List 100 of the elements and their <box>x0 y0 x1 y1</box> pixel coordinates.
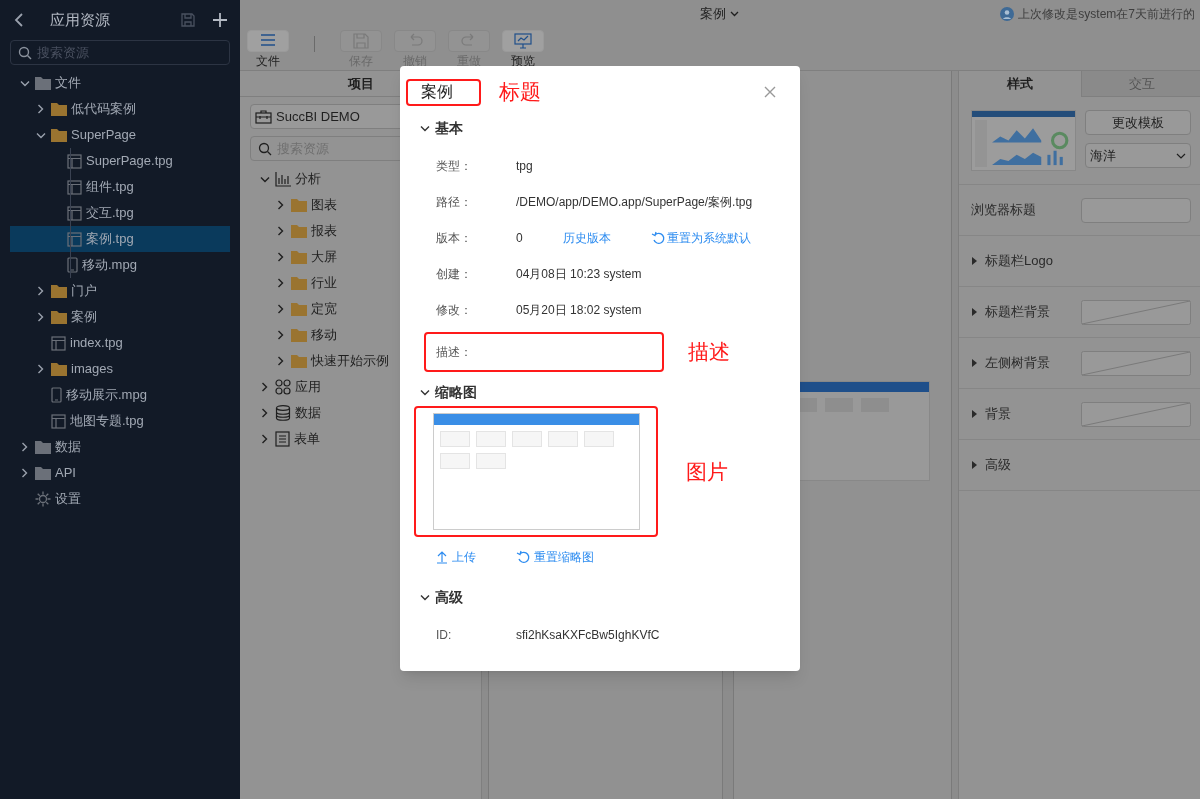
page-file-icon <box>51 335 66 351</box>
chevron-right-icon[interactable] <box>276 226 285 236</box>
chevron-right-icon[interactable] <box>260 382 269 392</box>
field-value: 05月20日 18:02 system <box>516 302 642 319</box>
field-value: sfi2hKsaKXFcBw5IghKVfC <box>516 627 660 644</box>
sidebar-title: 应用资源 <box>50 9 110 30</box>
chevron-right-icon[interactable] <box>36 104 45 114</box>
color-swatch[interactable] <box>1081 299 1191 325</box>
folder-icon <box>291 224 307 238</box>
caret-right-icon[interactable] <box>971 461 979 469</box>
folder-icon <box>291 354 307 368</box>
folder-icon <box>291 328 307 342</box>
tree-item[interactable]: images <box>10 356 230 382</box>
chevron-right-icon[interactable] <box>276 278 285 288</box>
chevron-right-icon[interactable] <box>260 408 269 418</box>
text-field[interactable] <box>1081 197 1191 223</box>
folder-icon <box>291 302 307 316</box>
chevron-right-icon[interactable] <box>276 200 285 210</box>
setting-label: 浏览器标题 <box>971 201 1036 220</box>
chevron-down-icon[interactable] <box>19 78 30 88</box>
change-template-button[interactable]: 更改模板 <box>1085 110 1191 135</box>
upload-link[interactable]: 上传 <box>436 548 476 566</box>
tree-item[interactable]: 设置 <box>10 486 230 512</box>
add-icon[interactable] <box>212 12 228 28</box>
chevron-right-icon[interactable] <box>276 252 285 262</box>
chevron-right-icon[interactable] <box>36 364 45 374</box>
folder-icon <box>51 128 67 142</box>
user-icon <box>1000 7 1015 21</box>
mobile-file-icon <box>51 387 62 403</box>
presentation-icon <box>514 32 532 50</box>
annotation-label: 标题 <box>499 79 541 106</box>
close-icon[interactable] <box>764 86 776 98</box>
folder-icon <box>51 102 67 116</box>
caret-icon <box>1176 152 1186 159</box>
color-swatch[interactable] <box>1081 350 1191 376</box>
chevron-down-icon[interactable] <box>259 174 270 184</box>
gear-icon <box>35 491 51 507</box>
tree-item[interactable]: 门户 <box>10 278 230 304</box>
folder-icon <box>35 76 51 90</box>
folder-icon <box>291 198 307 212</box>
chevron-right-icon[interactable] <box>276 304 285 314</box>
history-link[interactable]: 历史版本 <box>562 229 611 247</box>
folder-icon <box>291 276 307 290</box>
chevron-right-icon[interactable] <box>20 442 29 452</box>
page-file-icon <box>67 205 82 221</box>
mobile-file-icon <box>67 257 78 273</box>
chevron-right-icon[interactable] <box>36 286 45 296</box>
caret-right-icon[interactable] <box>971 359 979 367</box>
tree-item[interactable]: index.tpg <box>10 330 230 356</box>
toolbox-icon <box>255 109 272 124</box>
page-file-icon <box>51 413 66 429</box>
chevron-down-icon[interactable] <box>420 592 430 602</box>
tree-item[interactable]: 移动展示.mpg <box>10 382 230 408</box>
tree-item[interactable]: 表单 <box>250 426 471 452</box>
field-value: 0 <box>516 230 523 247</box>
chevron-right-icon[interactable] <box>276 330 285 340</box>
chevron-down-icon[interactable] <box>35 130 46 140</box>
setting-label: 标题栏背景 <box>985 303 1050 322</box>
field-label: 创建： <box>436 266 473 283</box>
tree-item[interactable]: SuperPage <box>10 122 230 148</box>
tree-item[interactable]: 低代码案例 <box>10 96 230 122</box>
tree-item[interactable]: 案例 <box>10 304 230 330</box>
chevron-down-icon[interactable] <box>420 123 430 133</box>
page-file-icon <box>67 231 82 247</box>
field-label: ID: <box>436 627 453 644</box>
field-label: 修改： <box>436 302 473 319</box>
setting-label: 高级 <box>985 456 1011 475</box>
tree-item[interactable]: 交互.tpg <box>10 200 230 226</box>
color-swatch[interactable] <box>1081 401 1191 427</box>
tree-item[interactable]: 文件 <box>10 70 230 96</box>
tree-item[interactable]: 案例.tpg <box>10 226 230 252</box>
field-label: 版本： <box>436 230 473 247</box>
section-header[interactable]: 高级 <box>420 585 794 609</box>
reset-default-link[interactable]: 重置为系统默认 <box>650 229 751 247</box>
chevron-right-icon[interactable] <box>20 468 29 478</box>
tree-item[interactable]: 数据 <box>10 434 230 460</box>
annotation-label: 图片 <box>686 458 728 485</box>
database-icon <box>275 405 291 421</box>
caret-right-icon[interactable] <box>971 257 979 265</box>
chevron-right-icon[interactable] <box>36 312 45 322</box>
chevron-right-icon[interactable] <box>260 434 269 444</box>
back-icon[interactable] <box>12 12 26 28</box>
folder-icon <box>51 310 67 324</box>
tree-item[interactable]: 地图专题.tpg <box>10 408 230 434</box>
caret-right-icon[interactable] <box>971 410 979 418</box>
chevron-down-icon[interactable] <box>420 387 430 397</box>
tree-item[interactable]: SuperPage.tpg <box>10 148 230 174</box>
theme-select[interactable]: 海洋 <box>1085 143 1191 168</box>
reset-icon <box>650 231 665 245</box>
reset-thumbnail-link[interactable]: 重置缩略图 <box>516 548 594 566</box>
caret-right-icon[interactable] <box>971 308 979 316</box>
tree-item[interactable]: 移动.mpg <box>10 252 230 278</box>
page-title-dropdown[interactable]: 案例 <box>700 4 739 24</box>
apps-icon <box>275 379 291 395</box>
folder-icon <box>35 466 51 480</box>
chevron-right-icon[interactable] <box>276 356 285 366</box>
setting-label: 标题栏Logo <box>985 252 1053 271</box>
tree-item[interactable]: API <box>10 460 230 486</box>
caret-icon <box>730 10 739 17</box>
tree-item[interactable]: 组件.tpg <box>10 174 230 200</box>
